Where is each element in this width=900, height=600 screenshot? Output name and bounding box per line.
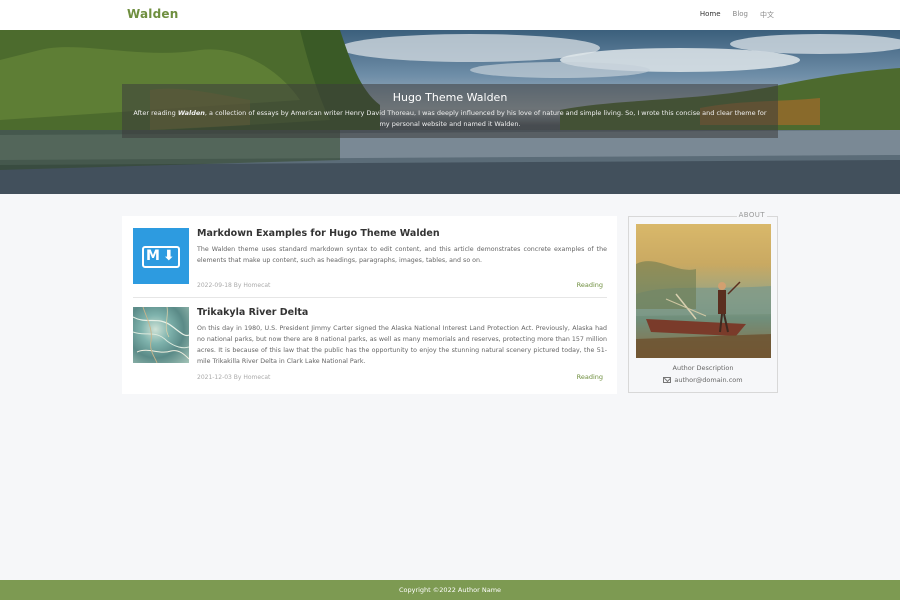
hero-title: Hugo Theme Walden [392, 91, 508, 104]
post-meta: 2021-12-03 By Homecat [197, 374, 271, 381]
about-label: ABOUT [736, 211, 767, 219]
author-email[interactable]: author@domain.com [674, 376, 742, 384]
site-footer: Copyright ©2022 Author Name [0, 580, 900, 600]
markdown-icon[interactable]: M ⬇ [133, 228, 189, 284]
hero-desc-before: After reading [133, 109, 178, 117]
post-list: M ⬇ Markdown Examples for Hugo Theme Wal… [122, 216, 617, 394]
main-nav: Home Blog 中文 [700, 10, 774, 20]
post-excerpt: The Walden theme uses standard markdown … [197, 246, 607, 264]
nav-item-language[interactable]: 中文 [760, 10, 774, 20]
reading-link[interactable]: Reading [577, 373, 603, 381]
about-widget: ABOUT Author Description author@domain.c… [628, 211, 778, 393]
top-navbar: Walden Home Blog 中文 [0, 0, 900, 30]
author-description: Author Description [672, 364, 734, 372]
mail-icon [663, 377, 672, 383]
hero-desc-book: Walden [177, 109, 205, 117]
hero-banner: Hugo Theme Walden After reading Walden, … [0, 30, 900, 194]
author-avatar-image [636, 224, 771, 358]
post-item: Trikakyla River Delta On this day in 198… [133, 307, 607, 383]
post-excerpt: On this day in 1980, U.S. President Jimm… [197, 325, 607, 365]
post-title-link[interactable]: Trikakyla River Delta [197, 307, 308, 318]
nav-item-blog[interactable]: Blog [733, 10, 748, 20]
river-delta-image[interactable] [133, 307, 189, 363]
reading-link[interactable]: Reading [577, 281, 603, 289]
nav-item-home[interactable]: Home [700, 10, 721, 20]
author-email-row[interactable]: author@domain.com [629, 376, 777, 384]
post-item: M ⬇ Markdown Examples for Hugo Theme Wal… [133, 228, 607, 298]
hero-description: After reading Walden, a collection of es… [130, 108, 770, 130]
post-title-link[interactable]: Markdown Examples for Hugo Theme Walden [197, 228, 440, 239]
hero-desc-after: , a collection of essays by American wri… [204, 109, 767, 128]
site-brand-link[interactable]: Walden [127, 7, 179, 21]
post-meta: 2022-09-18 By Homecat [197, 282, 271, 289]
